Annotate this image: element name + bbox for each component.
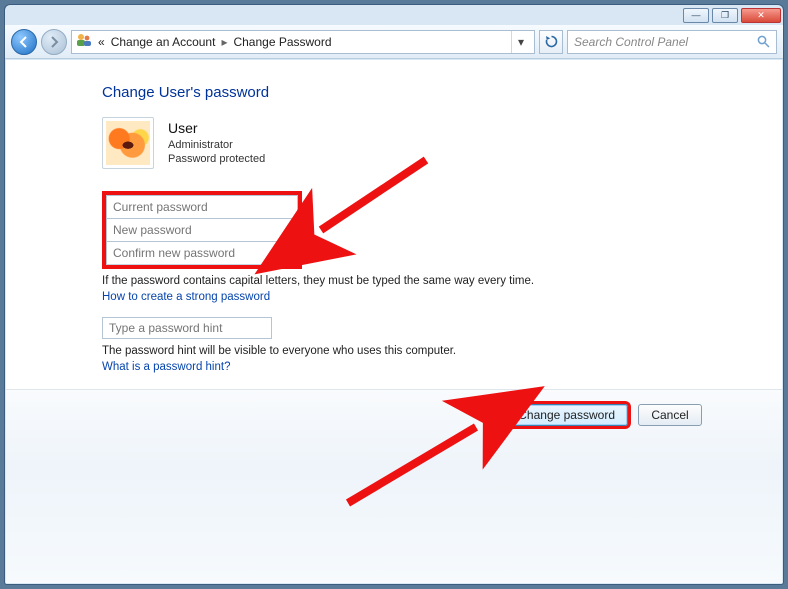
change-password-button[interactable]: Change password	[505, 404, 628, 426]
note-capital-letters: If the password contains capital letters…	[102, 275, 742, 287]
nav-back-button[interactable]	[11, 29, 37, 55]
link-what-is-hint[interactable]: What is a password hint?	[102, 361, 742, 373]
maximize-button[interactable]: ❐	[712, 8, 738, 23]
new-password-input[interactable]	[106, 218, 298, 242]
minimize-button[interactable]: —	[683, 8, 709, 23]
cancel-button[interactable]: Cancel	[638, 404, 702, 426]
chevron-right-icon: ▸	[221, 35, 227, 49]
user-role: Administrator	[168, 138, 265, 153]
password-hint-input[interactable]	[102, 317, 272, 339]
breadcrumb-dropdown[interactable]: ▾	[511, 31, 530, 53]
avatar	[102, 117, 154, 169]
note-hint-visibility: The password hint will be visible to eve…	[102, 345, 742, 357]
search-input[interactable]: Search Control Panel	[567, 30, 777, 54]
refresh-button[interactable]	[539, 30, 563, 54]
current-password-input[interactable]	[106, 195, 298, 219]
page-title: Change User's password	[102, 84, 742, 101]
user-accounts-icon	[76, 33, 92, 50]
breadcrumb[interactable]: « Change an Account ▸ Change Password ▾	[71, 30, 535, 54]
breadcrumb-item-change-password[interactable]: Change Password	[233, 35, 331, 49]
password-fields-group	[102, 191, 302, 269]
search-icon	[757, 35, 770, 48]
breadcrumb-item-change-account[interactable]: Change an Account	[111, 35, 216, 49]
confirm-password-input[interactable]	[106, 241, 298, 265]
link-strong-password[interactable]: How to create a strong password	[102, 291, 742, 303]
user-name: User	[168, 119, 265, 138]
user-protection: Password protected	[168, 152, 265, 167]
search-placeholder: Search Control Panel	[574, 35, 688, 49]
nav-forward-button[interactable]	[41, 29, 67, 55]
close-button[interactable]: ✕	[741, 8, 781, 23]
breadcrumb-prefix: «	[98, 35, 105, 49]
